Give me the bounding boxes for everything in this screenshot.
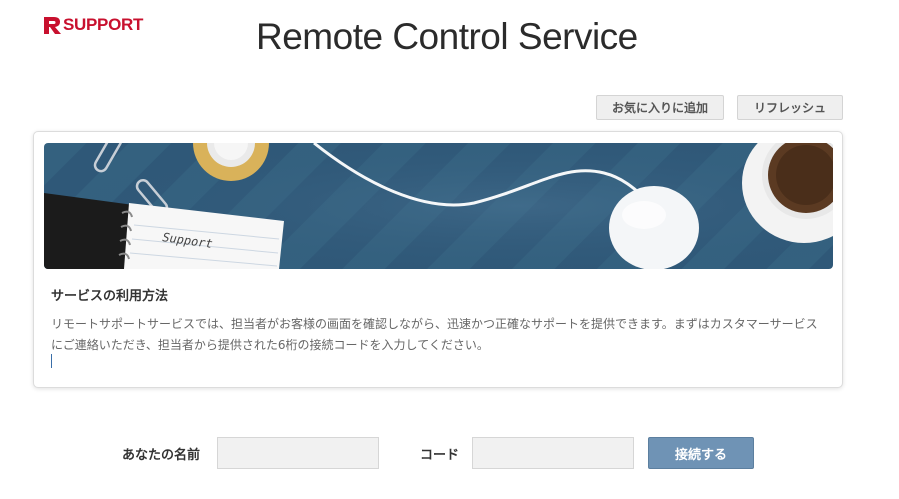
name-label: あなたの名前	[122, 448, 201, 463]
service-info-card: Support サービスの利用方法 リモートサポートサービスでは、担当者がお客様…	[33, 131, 843, 388]
logo-text: SUPPORT	[63, 15, 144, 34]
section-title: サービスの利用方法	[51, 289, 169, 304]
code-label: コード	[420, 448, 460, 463]
connect-button[interactable]: 接続する	[648, 437, 754, 469]
r-logo-icon	[44, 17, 61, 34]
text-cursor	[51, 354, 52, 368]
name-input[interactable]	[217, 437, 379, 469]
add-favorite-button[interactable]: お気に入りに追加	[596, 95, 724, 120]
refresh-button[interactable]: リフレッシュ	[737, 95, 843, 120]
description-line-1: リモートサポートサービスでは、担当者がお客様の画面を確認しながら、迅速かつ正確な…	[51, 317, 818, 331]
section-description: リモートサポートサービスでは、担当者がお客様の画面を確認しながら、迅速かつ正確な…	[51, 314, 831, 356]
code-input[interactable]	[472, 437, 634, 469]
page-title: Remote Control Service	[256, 16, 638, 57]
support-banner-image: Support	[44, 143, 833, 269]
mouse-icon	[609, 186, 699, 269]
rsupport-logo: SUPPORT	[42, 14, 143, 36]
description-line-2: にご連絡いただき、担当者から提供された6桁の接続コードを入力してください。	[51, 338, 489, 352]
